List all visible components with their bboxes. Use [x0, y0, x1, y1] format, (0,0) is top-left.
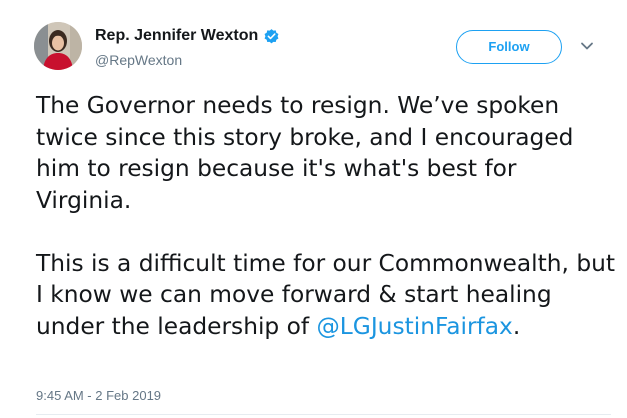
- divider: [36, 414, 611, 415]
- tweet-timestamp[interactable]: 9:45 AM - 2 Feb 2019: [36, 388, 161, 403]
- tweet-paragraph-end: .: [512, 312, 521, 340]
- avatar[interactable]: [34, 22, 82, 70]
- profile-photo-icon: [34, 22, 82, 70]
- tweet-card: Rep. Jennifer Wexton @RepWexton Follow T…: [0, 0, 627, 418]
- mention-link[interactable]: @LGJustinFairfax: [316, 313, 512, 340]
- tweet-paragraph: The Governor needs to resign. We’ve spok…: [36, 92, 574, 214]
- tweet-text: The Governor needs to resign. We’ve spok…: [36, 90, 616, 342]
- author-handle[interactable]: @RepWexton: [95, 52, 182, 68]
- chevron-down-icon[interactable]: [580, 41, 594, 51]
- verified-badge-icon: [264, 28, 279, 43]
- author-display-name[interactable]: Rep. Jennifer Wexton: [95, 27, 258, 45]
- author-name-row: Rep. Jennifer Wexton: [95, 27, 280, 45]
- follow-button[interactable]: Follow: [456, 30, 562, 64]
- tweet-paragraph: This is a difficult time for our Commonw…: [36, 248, 616, 343]
